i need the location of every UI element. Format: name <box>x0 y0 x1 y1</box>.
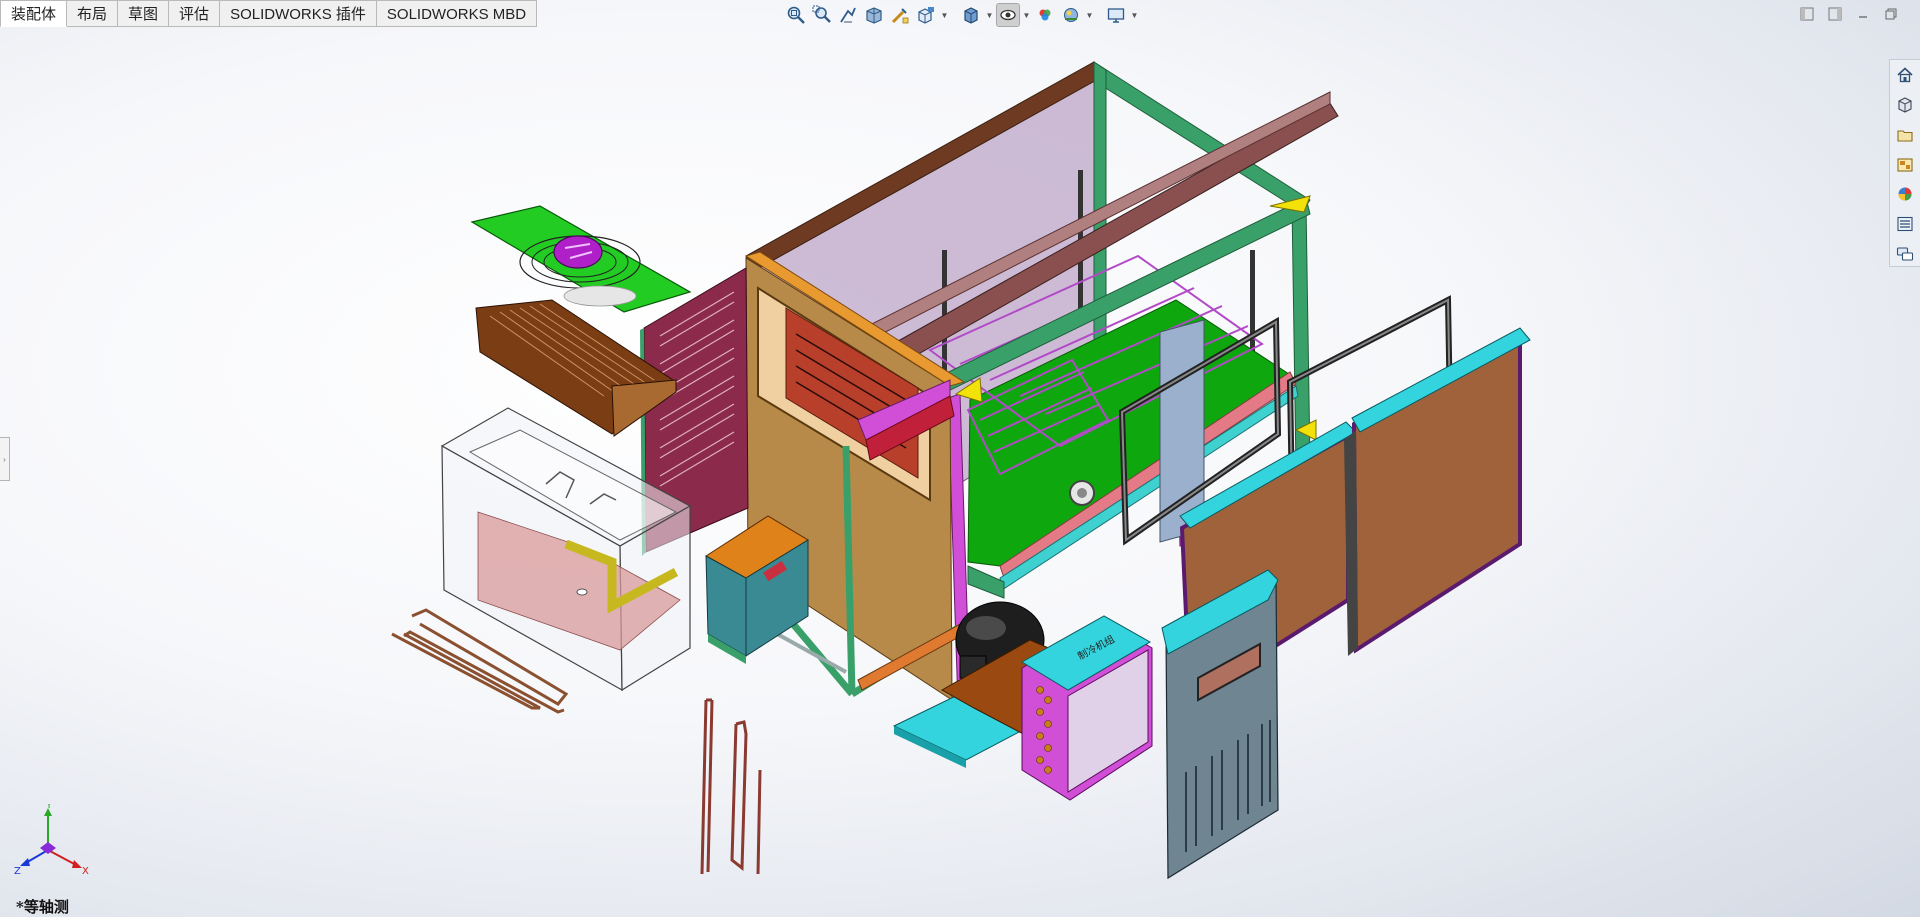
fan-blade-shadow <box>563 285 637 307</box>
heater-pipe-vertical <box>700 698 762 875</box>
door-hinge-strip <box>1344 430 1358 656</box>
triad-x-label: X <box>82 866 89 877</box>
cabinet-base-strip-green <box>967 565 1005 599</box>
triad-z-label: Z <box>14 866 21 877</box>
assembly-graphics-area[interactable]: 制冷机组 <box>0 0 1920 917</box>
reference-triad: Y X Z <box>10 800 100 889</box>
view-orientation-label: *等轴测 <box>16 898 69 916</box>
triad-y-label: Y <box>45 804 53 811</box>
fan-motor-purple <box>553 235 603 269</box>
